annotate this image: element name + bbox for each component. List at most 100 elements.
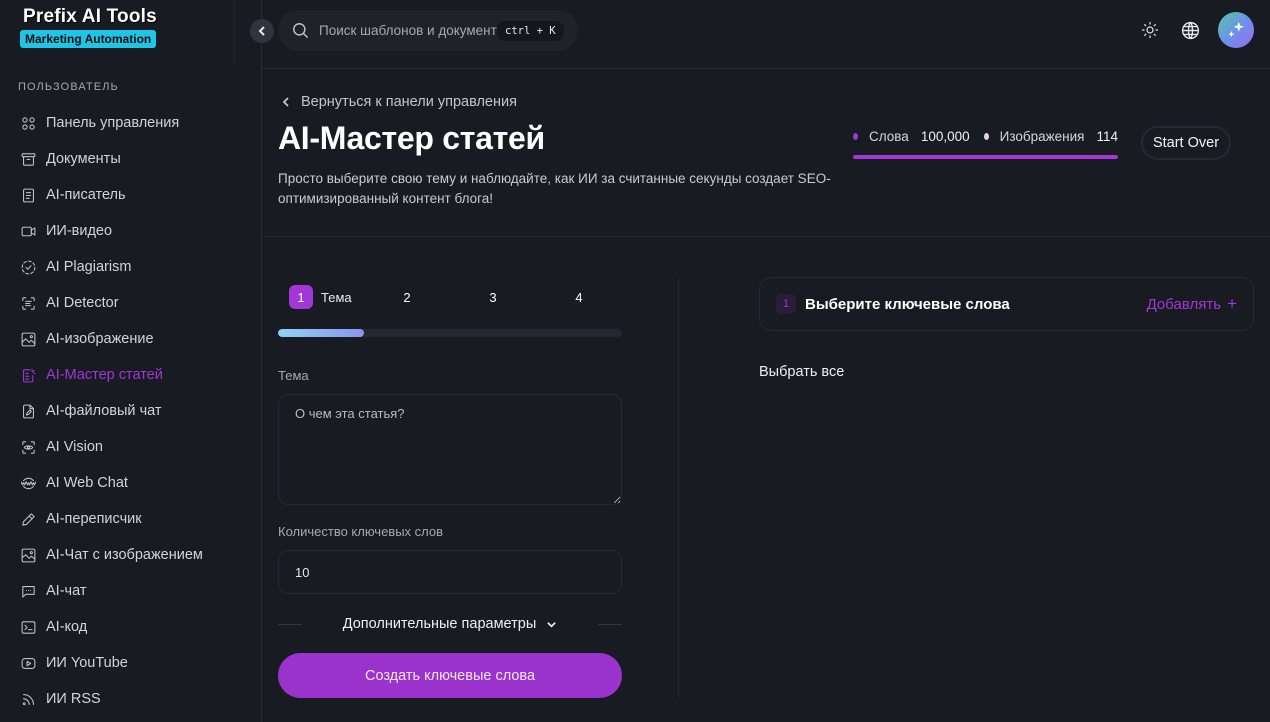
globe-icon — [1181, 21, 1199, 39]
logo-badge: Marketing Automation — [20, 30, 157, 48]
sidebar-item-label: ИИ RSS — [46, 691, 101, 707]
words-value: 100,000 — [920, 129, 970, 144]
sidebar-item-ai-web-chat[interactable]: AI Web Chat — [0, 465, 261, 501]
pencil-icon — [19, 510, 37, 528]
keywords-card: 1 Выберите ключевые слова Добавлять + — [759, 277, 1254, 331]
dashboard-grid-icon — [19, 114, 37, 132]
theme-toggle-button[interactable] — [1139, 19, 1161, 41]
logo[interactable]: Prefix AI Tools Marketing Automation — [0, 0, 235, 68]
step-2[interactable]: 2 — [395, 285, 419, 309]
sidebar-item-label: ИИ-видео — [46, 223, 113, 239]
archive-box-icon — [19, 150, 37, 168]
add-keyword-button[interactable]: Добавлять + — [1147, 294, 1237, 314]
chevron-left-icon — [258, 26, 265, 36]
scan-text-icon — [19, 294, 37, 312]
sparkles-avatar-icon — [1228, 21, 1244, 38]
start-over-button[interactable]: Start Over — [1141, 126, 1231, 160]
advanced-options-toggle[interactable]: Дополнительные параметры — [302, 616, 598, 632]
divider-line — [278, 623, 302, 625]
generate-keywords-button[interactable]: Создать ключевые слова — [278, 653, 622, 698]
advanced-options-label: Дополнительные параметры — [342, 616, 537, 632]
step-number: 4 — [575, 289, 583, 305]
step-number: 3 — [489, 289, 497, 305]
chat-bubble-icon — [19, 582, 37, 600]
article-wizard-icon — [19, 366, 37, 384]
back-to-dashboard-link[interactable]: Вернуться к панели управления — [281, 94, 517, 110]
topic-label: Тема — [278, 368, 309, 383]
sidebar-nav: Панель управления Документы AI-писатель … — [0, 105, 261, 717]
sidebar-item-ai-detector[interactable]: AI Detector — [0, 285, 261, 321]
sidebar-item-label: AI-файловый чат — [46, 403, 162, 419]
sidebar-item-ai-vision[interactable]: AI Vision — [0, 429, 261, 465]
sidebar-item-label: AI Vision — [46, 439, 103, 455]
keywords-count-input[interactable] — [278, 550, 622, 594]
sidebar-item-ai-writer[interactable]: AI-писатель — [0, 177, 261, 213]
wizard-progress — [278, 329, 622, 337]
step-label: Тема — [321, 289, 352, 305]
www-globe-icon — [19, 474, 37, 492]
image-icon — [19, 330, 37, 348]
document-text-icon — [19, 186, 37, 204]
search-shortcut: ctrl + K — [497, 20, 564, 41]
image-chat-icon — [19, 546, 37, 564]
file-edit-icon — [19, 402, 37, 420]
step-3[interactable]: 3 — [481, 285, 505, 309]
sidebar-item-label: AI-изображение — [46, 331, 154, 347]
sidebar-item-label: AI-переписчик — [46, 511, 142, 527]
page-title: AI-Мастер статей — [278, 120, 545, 156]
search-bar[interactable]: ctrl + K — [278, 10, 578, 51]
sidebar-item-label: ИИ YouTube — [46, 655, 128, 671]
back-link-label: Вернуться к панели управления — [301, 94, 517, 110]
scan-eye-icon — [19, 438, 37, 456]
step-1[interactable]: 1 Тема — [289, 285, 352, 309]
wizard-progress-fill — [278, 329, 364, 337]
sidebar-item-documents[interactable]: Документы — [0, 141, 261, 177]
sidebar-item-ai-image-chat[interactable]: AI-Чат с изображением — [0, 537, 261, 573]
dashed-check-circle-icon — [19, 258, 37, 276]
search-input[interactable] — [319, 23, 499, 38]
language-button[interactable] — [1179, 19, 1201, 41]
step-4[interactable]: 4 — [567, 285, 591, 309]
page-description: Просто выберите свою тему и наблюдайте, … — [278, 171, 831, 206]
sidebar-item-ai-image[interactable]: AI-изображение — [0, 321, 261, 357]
sidebar-collapse-button[interactable] — [250, 19, 274, 43]
sidebar-section-label: ПОЛЬЗОВАТЕЛЬ — [18, 81, 119, 93]
sidebar-item-label: AI Detector — [46, 295, 119, 311]
sidebar-item-label: AI-код — [46, 619, 88, 635]
sidebar-item-ai-video[interactable]: ИИ-видео — [0, 213, 261, 249]
chevron-down-icon — [547, 621, 557, 628]
plus-icon: + — [1227, 294, 1237, 313]
sidebar-item-label: AI Plagiarism — [46, 259, 132, 275]
sun-icon — [1141, 21, 1159, 39]
sidebar-item-label: AI-Чат с изображением — [46, 547, 203, 563]
sidebar-item-label: AI-писатель — [46, 187, 126, 203]
sidebar-item-label: AI Web Chat — [46, 475, 128, 491]
sidebar-item-ai-article-wizard[interactable]: AI-Мастер статей — [0, 357, 261, 393]
sidebar-item-ai-youtube[interactable]: ИИ YouTube — [0, 645, 261, 681]
sidebar-item-ai-plagiarism[interactable]: AI Plagiarism — [0, 249, 261, 285]
step-number: 1 — [289, 285, 313, 309]
youtube-play-icon — [19, 654, 37, 672]
sidebar-item-ai-rss[interactable]: ИИ RSS — [0, 681, 261, 717]
images-dot — [983, 133, 989, 140]
select-all-button[interactable]: Выбрать все — [759, 364, 844, 380]
sidebar-item-ai-rewriter[interactable]: AI-переписчик — [0, 501, 261, 537]
images-value: 114 — [1096, 129, 1118, 144]
sidebar-item-label: AI-Мастер статей — [46, 367, 163, 383]
sidebar-item-ai-file-chat[interactable]: AI-файловый чат — [0, 393, 261, 429]
column-divider — [678, 278, 679, 698]
usage-bar — [853, 155, 1118, 159]
search-icon — [293, 23, 309, 39]
user-avatar[interactable] — [1218, 12, 1254, 48]
step-number: 2 — [403, 289, 411, 305]
chevron-left-icon — [282, 97, 289, 107]
usage-bar-fill — [853, 155, 1118, 159]
video-camera-icon — [19, 222, 37, 240]
sidebar-item-dashboard[interactable]: Панель управления — [0, 105, 261, 141]
sidebar-item-ai-chat[interactable]: AI-чат — [0, 573, 261, 609]
sidebar-item-ai-code[interactable]: AI-код — [0, 609, 261, 645]
sidebar-item-label: AI-чат — [46, 583, 87, 599]
wizard-steps: 1 Тема 2 3 4 — [289, 285, 623, 309]
images-label: Изображения — [999, 129, 1085, 144]
topic-textarea[interactable] — [278, 394, 622, 505]
